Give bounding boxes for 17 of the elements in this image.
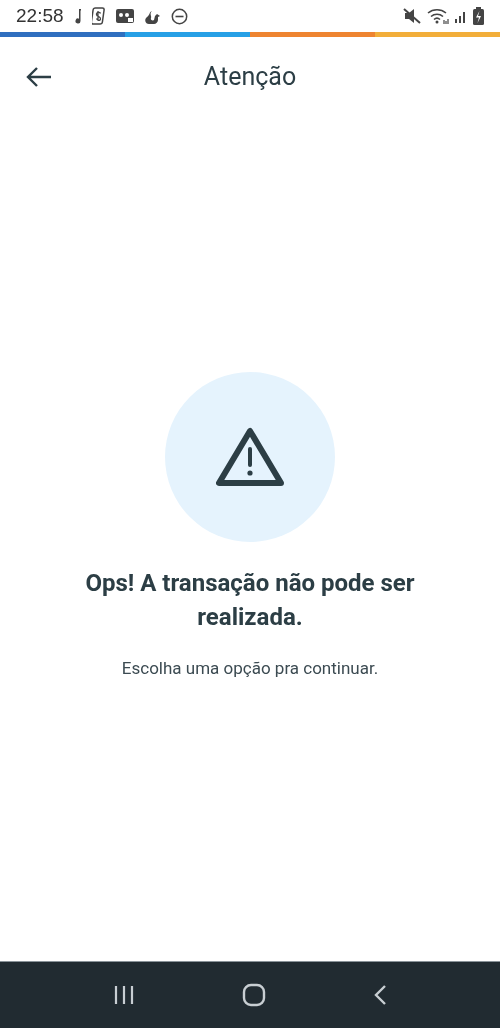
muted-speaker-icon [403, 8, 421, 24]
home-icon[interactable] [242, 983, 266, 1007]
recent-apps-icon[interactable] [113, 985, 136, 1005]
back-arrow-icon [26, 66, 52, 88]
status-time: 22:58 [16, 3, 64, 28]
signal-icon [455, 9, 467, 23]
do-not-disturb-icon [170, 7, 188, 25]
page-title: Atenção [203, 61, 297, 94]
back-icon[interactable] [372, 984, 387, 1006]
wifi-icon [427, 8, 449, 24]
error-heading: Ops! A transação não pode ser realizada. [84, 568, 416, 633]
dollar-note-icon [91, 7, 106, 25]
error-subtitle: Escolha uma opção pra continuar. [121, 657, 379, 680]
battery-charging-icon [473, 7, 484, 25]
music-note-icon [73, 8, 82, 24]
warning-icon [216, 427, 284, 487]
voicemail-icon [115, 9, 134, 23]
